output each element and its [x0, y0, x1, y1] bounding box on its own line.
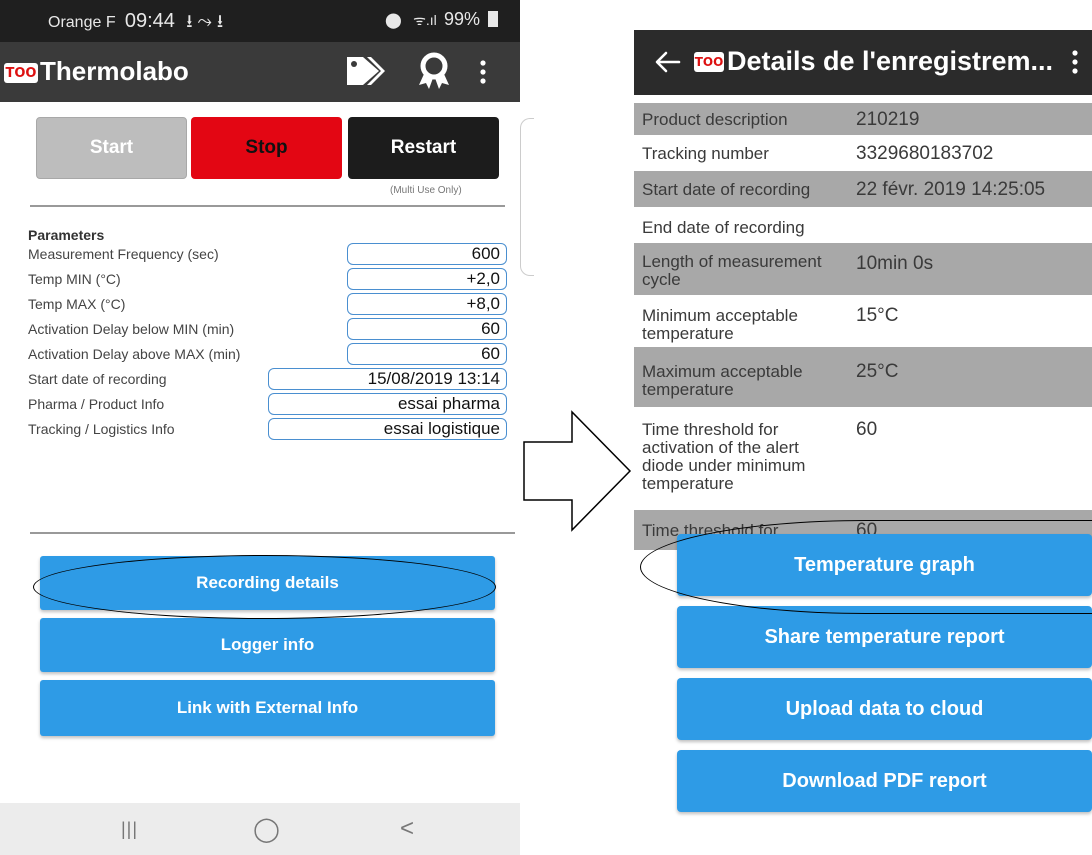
upload-cloud-button[interactable]: Upload data to cloud: [677, 678, 1092, 740]
param-label: Temp MIN (°C): [28, 271, 121, 287]
more-vert-icon[interactable]: [1070, 49, 1080, 75]
home-icon[interactable]: ◯: [253, 815, 280, 844]
thermolabo-logo: TOO: [4, 63, 38, 83]
temp-max-input[interactable]: +8,0: [347, 293, 507, 315]
recording-details-button[interactable]: Recording details: [40, 556, 495, 610]
tag-icon[interactable]: [345, 54, 385, 88]
restart-note: (Multi Use Only): [390, 185, 462, 196]
param-label: Activation Delay below MIN (min): [28, 321, 235, 337]
divider: [30, 532, 515, 534]
logger-info-button[interactable]: Logger info: [40, 618, 495, 672]
detail-row: Maximum acceptable temperature 25°C: [634, 347, 1092, 407]
download-pdf-button[interactable]: Download PDF report: [677, 750, 1092, 812]
recents-icon[interactable]: |||: [121, 819, 138, 840]
thermolabo-logo: TOO: [694, 52, 724, 72]
param-label: Activation Delay above MAX (min): [28, 346, 241, 362]
temperature-graph-button[interactable]: Temperature graph: [677, 534, 1092, 596]
app-title: Thermolabo: [40, 56, 189, 86]
badge-icon[interactable]: [414, 52, 454, 90]
right-screen: TOO Details de l'enregistrem... Product …: [634, 0, 1092, 855]
parameters-title: Parameters: [28, 227, 105, 243]
clock-time: 09:44: [124, 10, 175, 32]
param-label: Start date of recording: [28, 371, 167, 387]
battery-icon: [488, 11, 499, 27]
detail-row: Tracking number 3329680183702: [634, 135, 1092, 171]
back-icon[interactable]: <: [400, 815, 414, 843]
detail-row: Start date of recording 22 févr. 2019 14…: [634, 171, 1092, 207]
start-button[interactable]: Start: [36, 117, 187, 179]
link-external-info-button[interactable]: Link with External Info: [40, 680, 495, 736]
delay-below-min-input[interactable]: 60: [347, 318, 507, 340]
share-report-button[interactable]: Share temperature report: [677, 606, 1092, 668]
more-vert-icon[interactable]: [478, 59, 488, 85]
left-screen: Orange F 09:44 ⭳ ⤳ ⭳ ⬤ ᯤ.ıl 99% TOO Ther…: [0, 0, 534, 855]
stop-button[interactable]: Stop: [191, 117, 342, 179]
details-app-bar: TOO Details de l'enregistrem...: [634, 30, 1092, 95]
detail-row: Length of measurement cycle 10min 0s: [634, 243, 1092, 295]
side-panel-edge: [520, 118, 534, 276]
signal-icon: ᯤ.ıl: [413, 12, 437, 28]
detail-row: Minimum acceptable temperature 15°C: [634, 295, 1092, 347]
download-icon: ⭳ ⤳ ⭳: [186, 11, 224, 31]
status-bar: Orange F 09:44 ⭳ ⤳ ⭳ ⬤ ᯤ.ıl 99%: [0, 0, 520, 42]
divider: [30, 205, 505, 207]
start-date-input[interactable]: 15/08/2019 13:14: [268, 368, 507, 390]
param-label: Measurement Frequency (sec): [28, 246, 219, 262]
temp-min-input[interactable]: +2,0: [347, 268, 507, 290]
detail-row: Product description 210219: [634, 103, 1092, 135]
location-icon: ⬤: [385, 12, 402, 29]
logistics-info-input[interactable]: essai logistique: [268, 418, 507, 440]
delay-above-max-input[interactable]: 60: [347, 343, 507, 365]
carrier-name: Orange F: [48, 14, 116, 31]
detail-row: Time threshold for activation of the ale…: [634, 407, 1092, 510]
param-label: Temp MAX (°C): [28, 296, 126, 312]
param-label: Tracking / Logistics Info: [28, 421, 175, 437]
param-label: Pharma / Product Info: [28, 396, 165, 412]
measurement-frequency-input[interactable]: 600: [347, 243, 507, 265]
app-bar: TOO Thermolabo: [0, 42, 520, 102]
back-arrow-icon[interactable]: [655, 51, 681, 73]
pharma-info-input[interactable]: essai pharma: [268, 393, 507, 415]
detail-row: End date of recording: [634, 207, 1092, 243]
battery-level: 99%: [444, 9, 481, 29]
android-nav-bar: ||| ◯ <: [0, 803, 520, 855]
transition-arrow-icon: [523, 410, 632, 532]
details-title: Details de l'enregistrem...: [727, 46, 1054, 76]
restart-button[interactable]: Restart: [348, 117, 499, 179]
